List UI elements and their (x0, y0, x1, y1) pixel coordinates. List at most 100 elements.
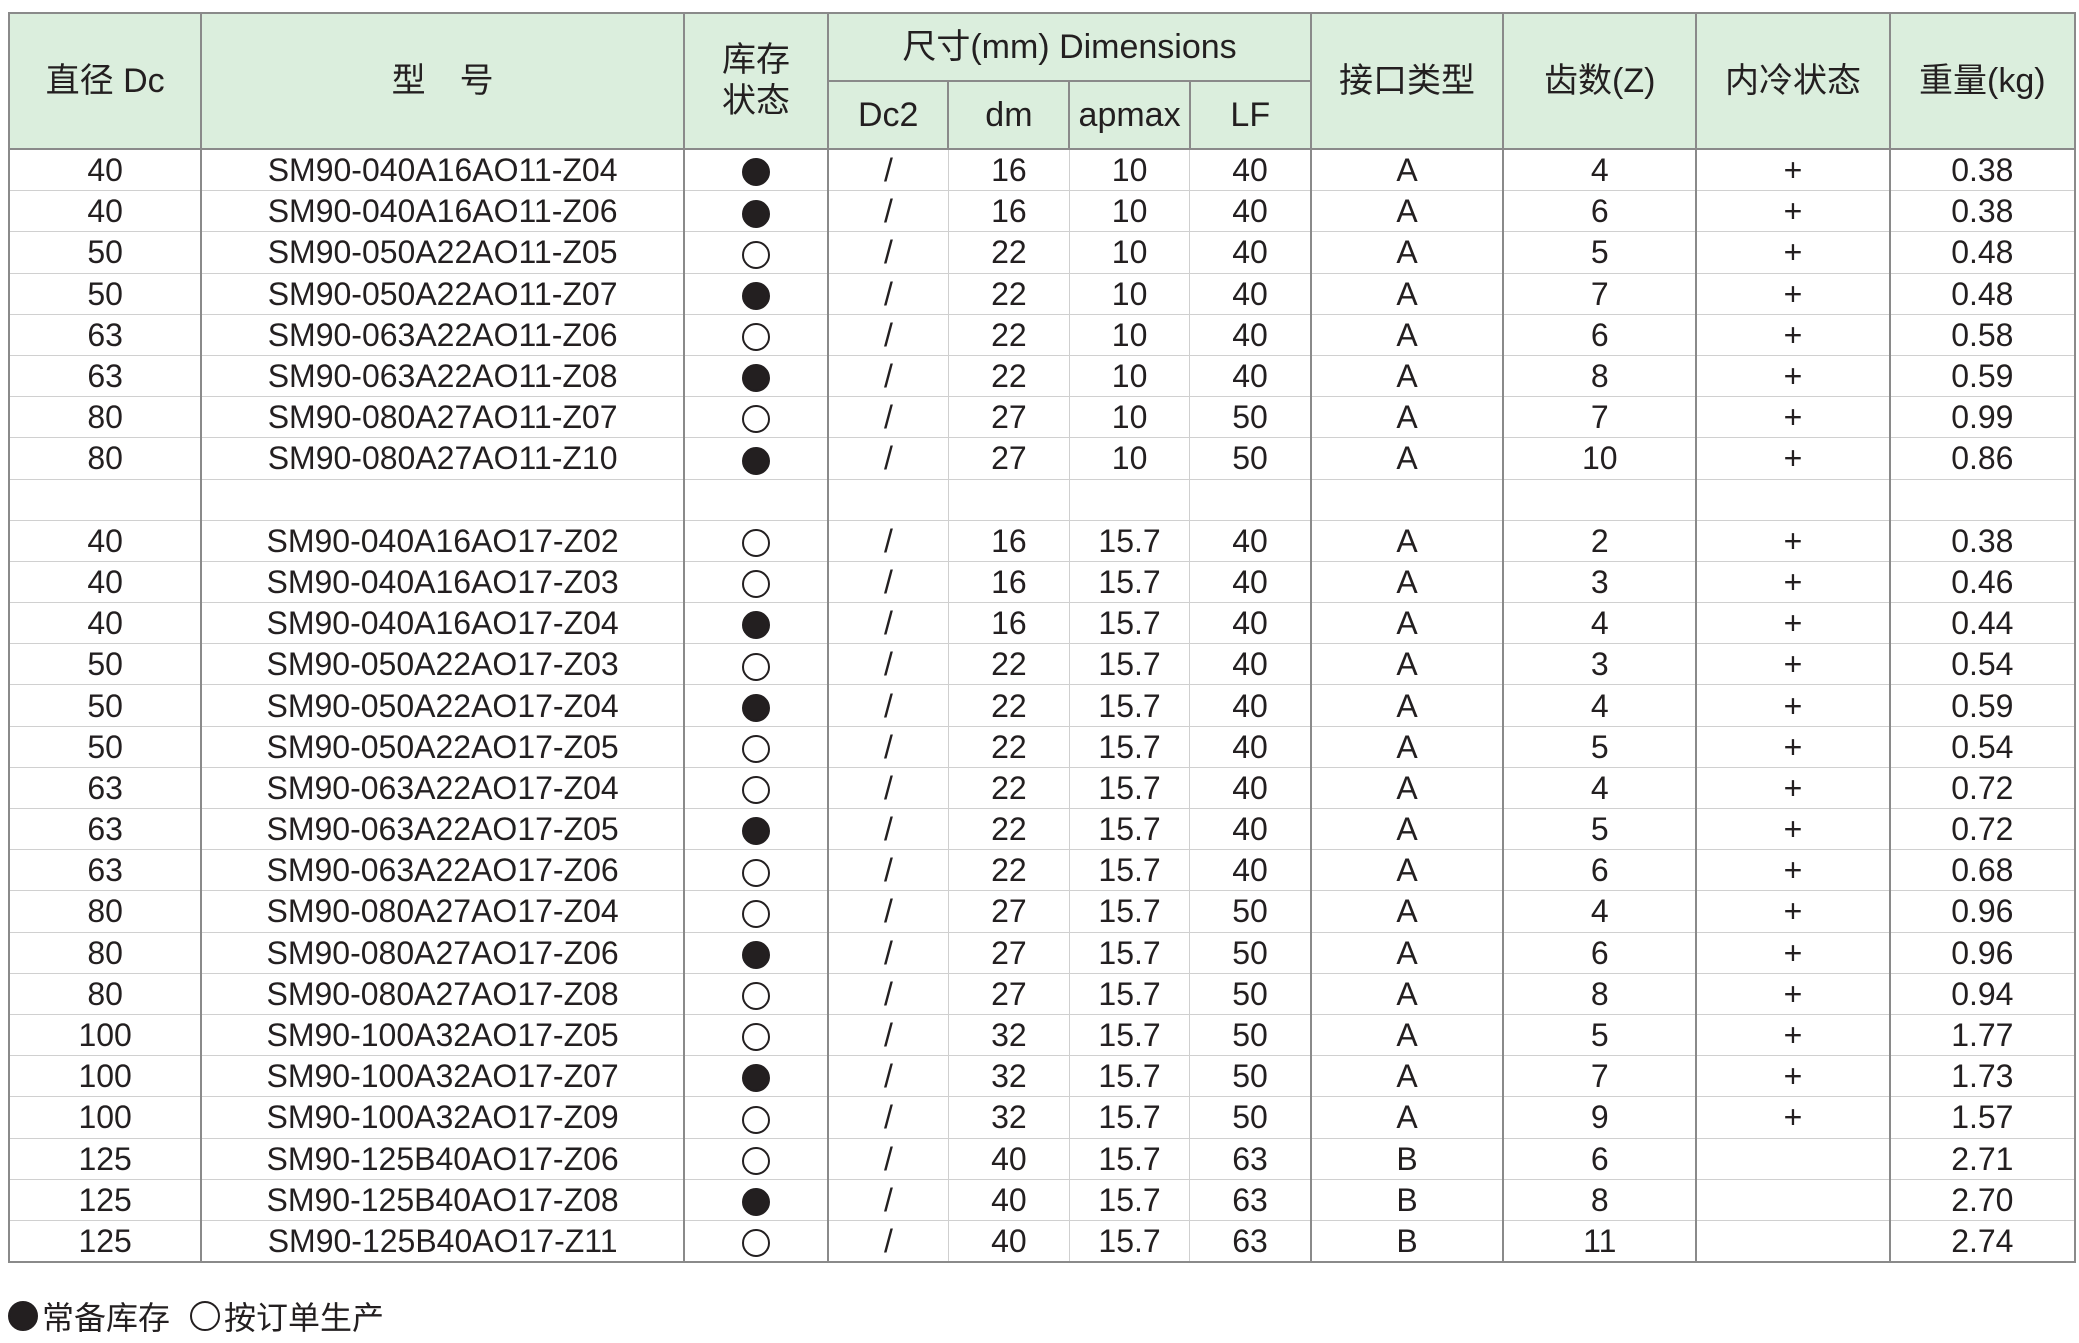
filled-circle-icon (742, 940, 771, 969)
cell-dc: 125 (7, 1179, 203, 1221)
filled-circle-icon (742, 693, 771, 722)
cell-teeth: 10 (1502, 437, 1698, 480)
cell-stock (682, 684, 830, 727)
table-row: 40 SM90-040A16AO17-Z03/16 15.7 40 A 3 +0.46 (7, 561, 2077, 604)
cell-dc2: / (827, 1096, 949, 1139)
cell-teeth: 9 (1502, 1096, 1698, 1139)
table-row: 125 SM90-125B40AO17-Z06 /40 15.7 63 B 6 2.71 (7, 1138, 2077, 1180)
cell-dc2: / (827, 1055, 949, 1098)
cell-dm: 16 (947, 520, 1070, 562)
cell-lf: 40 (1189, 767, 1312, 810)
cell-dc: 40 (7, 561, 203, 604)
cell-teeth: 5 (1502, 231, 1698, 274)
cell-dc2: / (827, 149, 949, 192)
cell-dm: 22 (947, 849, 1070, 892)
hollow-circle-icon (742, 1229, 771, 1258)
cell-weight: 0.58 (1888, 314, 2077, 356)
cell-model: SM90-040A16AO17-Z02 (200, 520, 685, 562)
cell-dc: 100 (7, 1055, 203, 1098)
cell-dc2: / (827, 1220, 949, 1264)
hollow-circle-icon (742, 652, 771, 681)
hollow-circle-icon (742, 858, 771, 887)
cell-stock (682, 767, 830, 810)
header-lf: LF (1188, 80, 1312, 150)
table-row: 100 SM90-100A32AO17-Z09 /32 15.7 50 A 9 +1.57 (7, 1096, 2077, 1139)
cell-coolant: + (1695, 1014, 1891, 1057)
cell-model (200, 479, 685, 521)
cell-interface: A (1309, 767, 1505, 810)
cell-dc: 63 (7, 849, 203, 892)
cell-stock (682, 149, 830, 192)
table-row: 50 SM90-050A22AO17-Z03 /22 15.7 40 A 3 +0.54 (7, 643, 2077, 686)
cell-model: SM90-063A22AO11-Z06 (200, 314, 685, 356)
cell-weight: 0.72 (1888, 767, 2077, 810)
cell-apmax: 15.7 (1068, 767, 1191, 810)
table-row: 50 SM90-050A22AO17-Z05 /22 15.7 40 A 5 +0.54 (7, 726, 2077, 768)
cell-dc2 (827, 479, 949, 521)
cell-model: SM90-063A22AO17-Z05 (200, 808, 685, 851)
cell-interface: A (1309, 273, 1505, 315)
cell-interface: B (1309, 1138, 1505, 1180)
cell-lf: 40 (1189, 726, 1312, 768)
table-row: 63 SM90-063A22AO17-Z05 /22 15.7 40 A 5 +0.72 (7, 808, 2077, 851)
cell-dc2: / (827, 1179, 949, 1221)
table-row: 125 SM90-125B40AO17-Z08 /40 15.7 63 B 8 2.70 (7, 1179, 2077, 1221)
cell-dc2: / (827, 643, 949, 686)
cell-apmax: 15.7 (1068, 973, 1191, 1015)
cell-dc2: / (827, 355, 949, 398)
cell-teeth: 6 (1502, 932, 1698, 974)
cell-teeth (1502, 479, 1698, 521)
cell-dm: 32 (947, 1096, 1070, 1139)
table-row: 50 SM90-050A22AO17-Z04 /22 15.7 40 A 4 +0.59 (7, 684, 2077, 727)
cell-dc: 63 (7, 808, 203, 851)
cell-model: SM90-050A22AO17-Z03 (200, 643, 685, 686)
legend-made-to-order: 按订单生产 (190, 1293, 384, 1339)
cell-coolant: + (1695, 973, 1891, 1015)
header-model: 型 号 (200, 12, 685, 150)
cell-teeth: 11 (1502, 1220, 1698, 1264)
cell-model: SM90-050A22AO17-Z04 (200, 684, 685, 727)
cell-lf (1189, 479, 1312, 521)
cell-apmax: 15.7 (1068, 1179, 1191, 1221)
cell-stock (682, 890, 830, 933)
cell-model: SM90-040A16AO11-Z04 (200, 149, 685, 192)
cell-weight: 0.99 (1888, 396, 2077, 439)
cell-coolant: + (1695, 355, 1891, 398)
cell-weight: 0.96 (1888, 890, 2077, 933)
cell-teeth: 7 (1502, 396, 1698, 439)
cell-lf: 50 (1189, 396, 1312, 439)
cell-interface: A (1309, 561, 1505, 604)
header-teeth: 齿数(Z) (1502, 12, 1698, 150)
filled-circle-icon (742, 817, 771, 846)
cell-lf: 50 (1189, 437, 1312, 480)
cell-dc: 80 (7, 932, 203, 974)
cell-teeth: 4 (1502, 602, 1698, 645)
table-spacer-row (7, 479, 2077, 521)
cell-lf: 40 (1189, 149, 1312, 192)
cell-lf: 40 (1189, 273, 1312, 315)
cell-dm: 16 (947, 149, 1070, 192)
header-dimensions: 尺寸(mm) Dimensions (827, 12, 1312, 82)
cell-interface: A (1309, 149, 1505, 192)
cell-dc2: / (827, 231, 949, 274)
hollow-circle-icon (742, 240, 771, 269)
table-row: 63 SM90-063A22AO11-Z06 /22 10 40 A 6 +0.58 (7, 314, 2077, 356)
header-dc: 直径 Dc (7, 12, 203, 150)
cell-model: SM90-125B40AO17-Z11 (200, 1220, 685, 1264)
legend: 常备库存 按订单生产 (8, 1296, 404, 1336)
cell-model: SM90-080A27AO17-Z06 (200, 932, 685, 974)
cell-teeth: 8 (1502, 973, 1698, 1015)
cell-model: SM90-080A27AO11-Z10 (200, 437, 685, 480)
cell-coolant: + (1695, 520, 1891, 562)
cell-weight: 0.48 (1888, 273, 2077, 315)
cell-interface: A (1309, 808, 1505, 851)
cell-lf: 40 (1189, 561, 1312, 604)
cell-lf: 40 (1189, 849, 1312, 892)
cell-weight: 2.74 (1888, 1220, 2077, 1264)
cell-dc2: / (827, 767, 949, 810)
cell-dc: 100 (7, 1014, 203, 1057)
cell-interface: A (1309, 602, 1505, 645)
cell-lf: 50 (1189, 890, 1312, 933)
cell-dc2: / (827, 190, 949, 233)
table-row: 80 SM90-080A27AO17-Z08 /27 15.7 50 A 8 +0.94 (7, 973, 2077, 1015)
